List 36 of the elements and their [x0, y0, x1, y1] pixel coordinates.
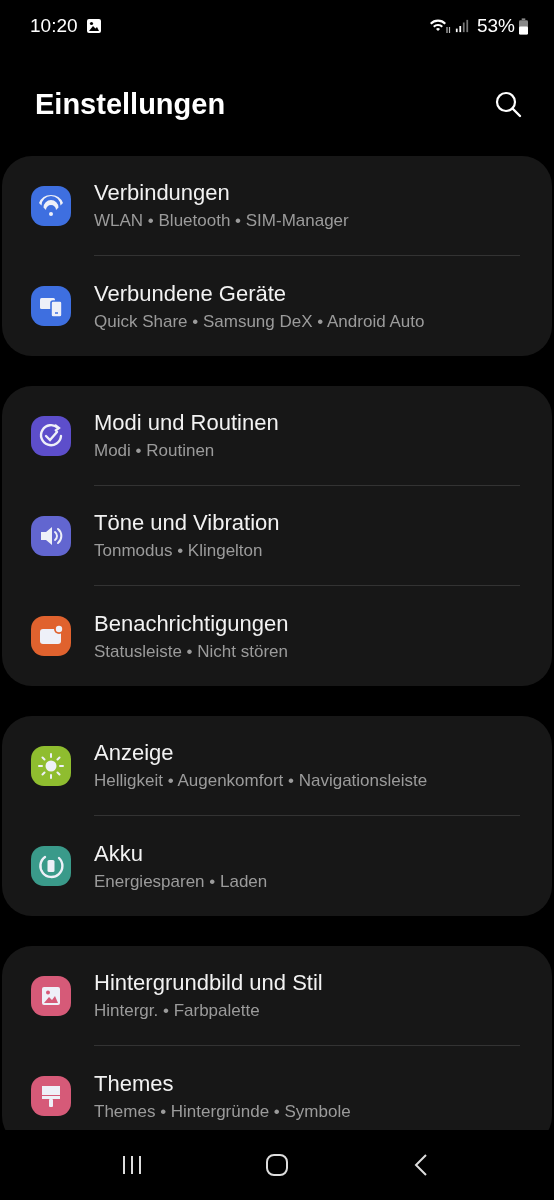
settings-item[interactable]: Verbundene Geräte Quick Share • Samsung DeX • Android Auto [2, 256, 552, 356]
item-title: Töne und Vibration [94, 510, 281, 536]
battery-percent: 53% [476, 15, 515, 37]
wifi-icon [428, 18, 451, 34]
settings-item[interactable]: Verbindungen WLAN • Bluetooth • SIM-Manager [2, 156, 552, 256]
item-subtitle: Tonmodus • Klingelton [94, 541, 264, 561]
item-title: Modi und Routinen [94, 410, 280, 436]
settings-item[interactable]: Anzeige Helligkeit • Augenkomfort • Navigationsleiste [2, 716, 552, 816]
item-subtitle: WLAN • Bluetooth • SIM-Manager [94, 211, 350, 231]
settings-item[interactable]: Benachrichtigungen Statusleiste • Nicht stören [2, 586, 552, 686]
clock-time: 10:20 [30, 15, 78, 37]
settings-item[interactable]: Akku Energiesparen • Laden [2, 816, 552, 916]
settings-item[interactable]: Hintergrundbild und Stil Hintergr. • Farbpalette [2, 946, 552, 1046]
item-title: Verbindungen [94, 180, 231, 206]
settings-item[interactable]: Themes Themes • Hintergründe • Symbole [2, 1046, 552, 1130]
settings-item[interactable]: Töne und Vibration Tonmodus • Klingelton [2, 486, 552, 586]
item-title: Benachrichtigungen [94, 610, 290, 637]
home-icon[interactable] [265, 1153, 289, 1177]
item-subtitle: Energiesparen • Laden [94, 871, 269, 892]
item-title: Themes [94, 1070, 175, 1097]
search-icon[interactable] [494, 90, 522, 118]
item-subtitle: Hintergr. • Farbpalette [94, 1001, 261, 1021]
item-title: Verbundene Geräte [94, 280, 288, 307]
signal-icon [454, 18, 469, 34]
item-title: Anzeige [94, 740, 175, 766]
image-icon [85, 18, 102, 34]
item-title: Hintergrundbild und Stil [94, 970, 324, 996]
item-subtitle: Statusleiste • Nicht stören [94, 641, 289, 662]
item-subtitle: Modi • Routinen [94, 441, 216, 461]
item-title: Akku [94, 840, 144, 867]
page-title: Einstellungen [35, 87, 226, 121]
item-subtitle: Themes • Hintergründe • Symbole [94, 1101, 352, 1122]
settings-item[interactable]: Modi und Routinen Modi • Routinen [2, 386, 552, 486]
item-subtitle: Helligkeit • Augenkomfort • Navigationsleiste [94, 771, 429, 791]
battery-icon [519, 17, 528, 35]
item-subtitle: Quick Share • Samsung DeX • Android Auto [94, 311, 426, 332]
